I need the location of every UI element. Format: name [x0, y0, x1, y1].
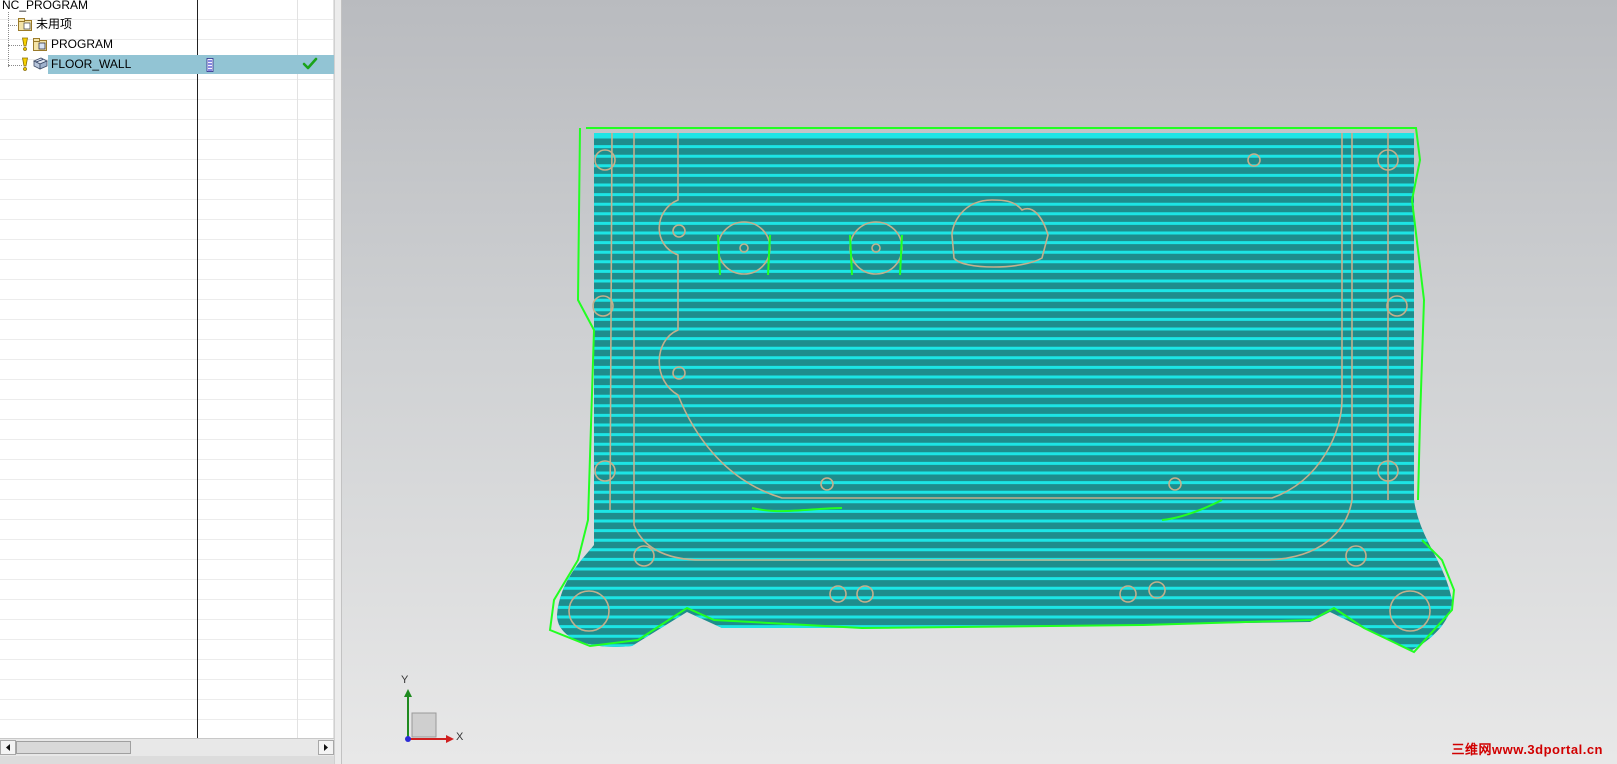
tree-root-row[interactable]: NC_PROGRAM [0, 0, 334, 15]
watermark: 三维网www.3dportal.cn [1451, 742, 1603, 757]
horizontal-scrollbar[interactable] [0, 738, 334, 757]
navigator-grid [0, 0, 334, 738]
program-folder-icon [33, 38, 47, 51]
warning-icon [22, 37, 28, 51]
x-axis-label: X [456, 731, 464, 743]
checkmark-icon [302, 57, 318, 70]
part-floor-region [557, 133, 1452, 650]
scroll-thumb[interactable] [16, 741, 131, 754]
operation-navigator: NC_PROGRAM 未用项 PROGRAM FLOOR_WALL [0, 0, 334, 764]
scroll-right-button[interactable] [318, 740, 334, 755]
tree-item-label: 未用项 [36, 17, 73, 31]
tree-row-program[interactable]: PROGRAM [0, 35, 334, 54]
tree-row-unused-items[interactable]: 未用项 [0, 15, 334, 34]
scroll-left-button[interactable] [0, 740, 16, 755]
y-axis-label: Y [401, 674, 409, 686]
toolpath-icon [206, 58, 214, 72]
arrow-right-icon [324, 744, 328, 751]
operation-icon [33, 57, 48, 70]
tree-item-label: FLOOR_WALL [51, 57, 132, 71]
toolpath-model [548, 127, 1456, 654]
pane-splitter[interactable] [334, 0, 342, 764]
tree-item-label: PROGRAM [51, 37, 114, 51]
tree-row-floor-wall[interactable]: FLOOR_WALL [0, 55, 334, 74]
graphics-window[interactable]: Y X 三维网www.3dportal.cn [342, 0, 1617, 764]
warning-icon [22, 57, 28, 71]
coordinate-triad: Y X [401, 674, 472, 748]
arrow-left-icon [6, 744, 10, 751]
folder-icon [18, 18, 32, 31]
root-label: NC_PROGRAM [2, 0, 89, 12]
navigator-status-strip [0, 756, 334, 764]
